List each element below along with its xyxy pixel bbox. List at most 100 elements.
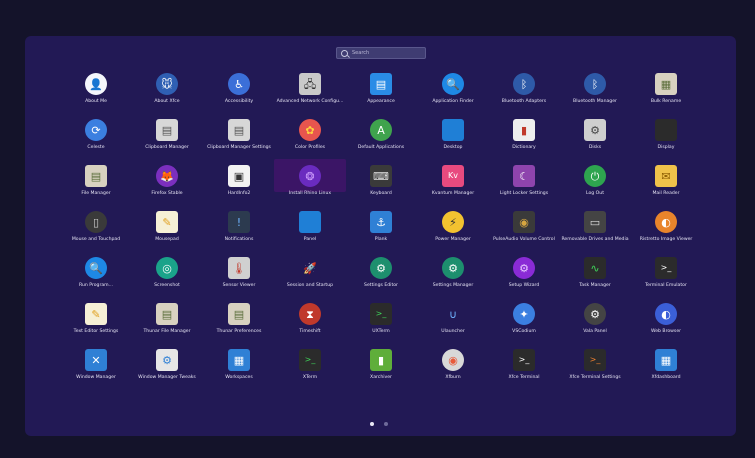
app-launcher-item[interactable]: ▦ Bulk Rename [630,70,702,104]
app-launcher-item[interactable]: ☾ Light Locker Settings [488,162,560,196]
app-launcher-item[interactable]: 🔍 Application Finder [417,70,489,104]
xterm-icon: >_ [299,349,321,371]
app-launcher-item[interactable]: ✦ VSCodium [488,300,560,334]
app-label: About Xfce [154,99,180,104]
clipboard-settings-icon: ▤ [228,119,250,141]
app-launcher-item[interactable]: Desktop [417,116,489,150]
app-launcher-item[interactable]: ▤ Appearance [345,70,417,104]
timeshift-icon: ⧗ [299,303,321,325]
app-launcher-item[interactable]: >_ XTerm [274,346,346,380]
app-label: Thunar Preferences [216,329,262,334]
app-launcher-item[interactable]: ✉ Mail Reader [630,162,702,196]
app-launcher-item[interactable]: ◐ Web Browser [630,300,702,334]
app-launcher-item[interactable]: ▭ Removable Drives and Media [559,208,631,242]
log-out-icon: ⏻ [584,165,606,187]
app-launcher-item[interactable]: ⚓ Plank [345,208,417,242]
xfburn-icon: ◉ [442,349,464,371]
app-launcher-item[interactable]: Panel [274,208,346,242]
app-label: Display [657,145,675,150]
app-launcher-item[interactable]: ▤ Clipboard Manager [131,116,203,150]
app-launcher-item[interactable]: ▤ File Manager [60,162,132,196]
kvantum-icon: Kv [442,165,464,187]
app-label: Appearance [367,99,395,104]
app-label: Setup Wizard [508,283,540,288]
app-launcher-item[interactable]: ❂ Install Rhino Linux [274,159,346,196]
app-launcher-item[interactable]: >_ Xfce Terminal [488,346,560,380]
app-launcher-item[interactable]: ◎ Screenshot [131,254,203,288]
app-launcher-item[interactable]: ᛒ Bluetooth Adapters [488,70,560,104]
app-launcher-item[interactable]: 🔍 Run Program... [60,254,132,288]
page-dot-1[interactable] [370,422,374,426]
app-launcher-item[interactable]: ▮ Xarchiver [345,346,417,380]
celeste-sync-icon: ⟳ [85,119,107,141]
app-launcher-item[interactable]: ▦ Xfdashboard [630,346,702,380]
page-dot-2[interactable] [384,422,388,426]
app-launcher-item[interactable]: A Default Applications [345,116,417,150]
app-launcher-item[interactable]: ⏻ Log Out [559,162,631,196]
app-launcher-item[interactable]: 🐭 About Xfce [131,70,203,104]
sensor-viewer-icon: 🌡 [228,257,250,279]
appearance-icon: ▤ [370,73,392,95]
app-launcher-item[interactable]: ⚙ Settings Editor [345,254,417,288]
app-launcher-item[interactable]: 🌡 Sensor Viewer [203,254,275,288]
light-locker-icon: ☾ [513,165,535,187]
app-launcher-item[interactable]: ▯ Mouse and Touchpad [60,208,132,242]
app-launcher-item[interactable]: ⚙ Disks [559,116,631,150]
app-launcher-item[interactable]: ✕ Window Manager [60,346,132,380]
app-launcher-item[interactable]: ᛒ Bluetooth Manager [559,70,631,104]
app-label: Dictionary [512,145,536,150]
app-label: Log Out [586,191,604,196]
app-launcher-item[interactable]: ▣ HardInfo2 [203,162,275,196]
app-label: Ulauncher [441,329,465,334]
app-launcher-item[interactable]: ▤ Clipboard Manager Settings [203,116,275,150]
search-input[interactable] [348,50,424,56]
search-box[interactable] [336,47,426,59]
app-label: Plank [374,237,388,242]
app-launcher-item[interactable]: ◉ PulseAudio Volume Control [488,208,560,242]
app-launcher-item[interactable]: ⚡ Power Manager [417,208,489,242]
app-launcher-item[interactable]: 🦊 Firefox Stable [131,162,203,196]
app-launcher-item[interactable]: ⚙ Vala Panel [559,300,631,334]
app-launcher-item[interactable]: ◉ Xfburn [417,346,489,380]
app-launcher-item[interactable]: ⚙ Settings Manager [417,254,489,288]
app-launcher-item[interactable]: >_ Xfce Terminal Settings [559,346,631,380]
app-launcher-item[interactable]: ▦ Workspaces [203,346,275,380]
app-label: Vala Panel [583,329,607,334]
app-launcher-item[interactable]: 👤 About Me [60,70,132,104]
app-launcher-item[interactable]: ⧗ Timeshift [274,300,346,334]
app-label: VSCodium [512,329,536,334]
app-launcher-item[interactable]: >_ UXTerm [345,300,417,334]
app-label: Default Applications [357,145,405,150]
app-launcher-item[interactable]: ▤ Thunar Preferences [203,300,275,334]
app-launcher-item[interactable]: ⟳ Celeste [60,116,132,150]
app-label: Accessibility [224,99,254,104]
app-label: Removable Drives and Media [561,237,629,242]
app-launcher-item[interactable]: ✎ Mousepad [131,208,203,242]
app-launcher-item[interactable]: ♿ Accessibility [203,70,275,104]
app-label: Bluetooth Manager [573,99,617,104]
app-launcher-item[interactable]: ⚙ Setup Wizard [488,254,560,288]
app-launcher-item[interactable]: ∿ Task Manager [559,254,631,288]
app-launcher-item[interactable]: ▮ Dictionary [488,116,560,150]
app-launcher-item[interactable]: 🚀 Session and Startup [274,254,346,288]
app-launcher-item[interactable]: Display [630,116,702,150]
bulk-rename-icon: ▦ [655,73,677,95]
app-launcher-item[interactable]: ⌨ Keyboard [345,162,417,196]
app-launcher-item[interactable]: Kv Kvantum Manager [417,162,489,196]
app-launcher-item[interactable]: >_ Terminal Emulator [630,254,702,288]
keyboard-icon: ⌨ [370,165,392,187]
app-launcher-item[interactable]: ⚙ Window Manager Tweaks [131,346,203,380]
window-manager-tweaks-icon: ⚙ [156,349,178,371]
app-launcher-item[interactable]: ✎ Text Editor Settings [60,300,132,334]
terminal-icon: >_ [655,257,677,279]
app-launcher-item[interactable]: ∪ Ulauncher [417,300,489,334]
app-launcher-item[interactable]: 🖧 Advanced Network Configu... [274,70,346,104]
app-label: Web Browser [650,329,682,334]
app-label: Xarchiver [370,375,392,380]
app-launcher-item[interactable]: ▤ Thunar File Manager [131,300,203,334]
app-launcher-item[interactable]: ◐ Ristretto Image Viewer [630,208,702,242]
app-launcher-item[interactable]: ✿ Color Profiles [274,116,346,150]
app-launcher-item[interactable]: ! Notifications [203,208,275,242]
bluetooth-icon: ᛒ [513,73,535,95]
app-label: Mousepad [155,237,179,242]
